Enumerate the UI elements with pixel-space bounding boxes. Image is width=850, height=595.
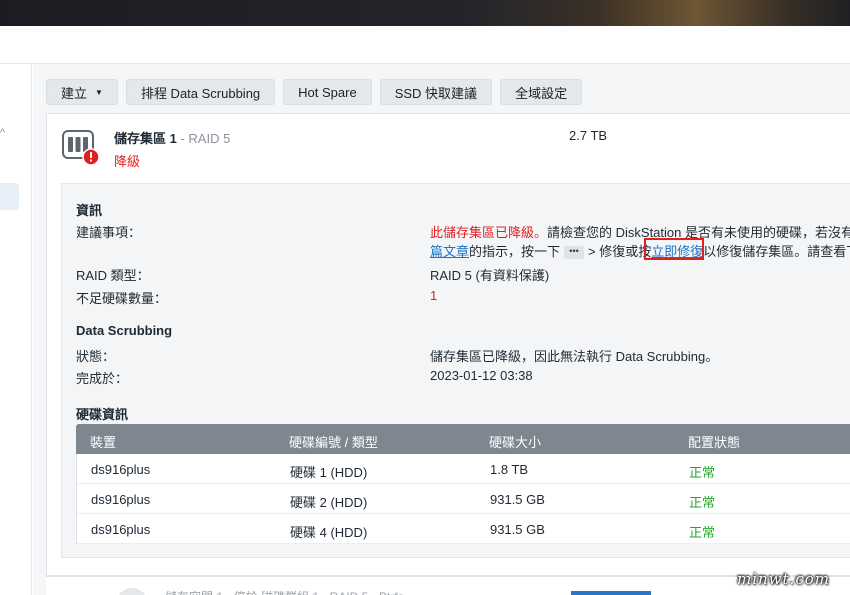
toolbar: 建立 ▼ 排程 Data Scrubbing Hot Spare SSD 快取建…	[46, 79, 583, 105]
suggestion-text-2c: 以修復儲存集區。請查看下方	[703, 244, 850, 259]
suggestion-line-1: 此儲存集區已降級。請檢查您的 DiskStation 是否有未使用的硬碟，若沒有…	[430, 222, 850, 241]
usage-bar	[571, 591, 651, 595]
cell-disk-id: 硬碟 1 (HDD)	[290, 465, 368, 480]
disk-table-header: 裝置 硬碟編號 / 類型 硬碟大小 配置狀態	[76, 424, 850, 454]
pool-title[interactable]: 儲存集區 1 - RAID 5	[114, 128, 230, 147]
disk-info-section-title: 硬碟資訊	[76, 407, 129, 422]
header-disk-id[interactable]: 硬碟編號 / 類型	[289, 432, 378, 451]
pool-raid-level: - RAID 5	[176, 131, 231, 146]
cell-disk-id: 硬碟 2 (HDD)	[290, 495, 368, 510]
cell-status: 正常	[689, 465, 716, 480]
header-disk-size[interactable]: 硬碟大小	[489, 432, 541, 451]
cell-disk-size: 931.5 GB	[490, 492, 545, 507]
cell-disk-size: 931.5 GB	[490, 522, 545, 537]
scrubbing-section-title: Data Scrubbing	[76, 323, 173, 338]
scrubbing-status-label: 狀態：	[76, 349, 116, 364]
caret-down-icon: ▼	[95, 87, 103, 97]
cell-status: 正常	[689, 525, 716, 540]
degraded-warning-text: 此儲存集區已降級。	[430, 225, 548, 240]
article-link[interactable]: 篇文章	[430, 244, 469, 259]
cell-device: ds916plus	[91, 492, 151, 507]
header-allocation-status[interactable]: 配置狀態	[688, 432, 740, 451]
table-row[interactable]: ds916plus 硬碟 4 (HDD) 931.5 GB 正常	[77, 514, 850, 544]
cell-status: 正常	[689, 495, 716, 510]
pool-size: 2.7 TB	[569, 128, 608, 143]
raid-type-label: RAID 類型：	[76, 268, 150, 283]
annotation-highlight-box	[644, 238, 704, 260]
missing-disks-value: 1	[430, 288, 438, 303]
left-sidebar	[0, 64, 32, 595]
more-options-icon[interactable]: •••	[564, 246, 585, 260]
table-row[interactable]: ds916plus 硬碟 1 (HDD) 1.8 TB 正常	[77, 454, 850, 484]
table-row[interactable]: ds916plus 硬碟 2 (HDD) 931.5 GB 正常	[77, 484, 850, 514]
disk-table-body: ds916plus 硬碟 1 (HDD) 1.8 TB 正常 ds916plus…	[76, 454, 850, 544]
suggestion-text-2b: > 修復或按	[588, 244, 652, 259]
cell-device: ds916plus	[91, 522, 151, 537]
pool-name: 儲存集區 1	[114, 131, 177, 146]
sidebar-item-selected[interactable]	[0, 183, 19, 210]
header-device[interactable]: 裝置	[90, 432, 116, 451]
cell-disk-id: 硬碟 4 (HDD)	[290, 525, 368, 540]
missing-disks-label: 不足硬碟數量：	[76, 291, 168, 306]
info-section-title: 資訊	[76, 203, 103, 218]
cell-disk-size: 1.8 TB	[490, 462, 529, 477]
raid-type-value: RAID 5 (有資料保護)	[430, 268, 550, 283]
disk-table: 裝置 硬碟編號 / 類型 硬碟大小 配置狀態 ds916plus 硬碟 1 (H…	[76, 424, 850, 544]
create-button[interactable]: 建立 ▼	[46, 79, 118, 105]
app-header	[0, 26, 850, 64]
next-pool-title: 儲存空間 1 - 停於 磁碟群組 1 - RAID 5 · Btrfs	[165, 588, 404, 595]
global-settings-button[interactable]: 全域設定	[500, 79, 583, 105]
watermark-text: minwt.com	[737, 570, 830, 588]
ssd-cache-advice-button[interactable]: SSD 快取建議	[379, 79, 493, 105]
cell-device: ds916plus	[91, 462, 151, 477]
hot-spare-button[interactable]: Hot Spare	[283, 79, 372, 105]
suggestion-label: 建議事項：	[76, 225, 142, 240]
storage-pool-warning-icon	[62, 130, 100, 166]
suggestion-text-2a: 的指示，按一下	[469, 244, 561, 259]
suggestion-line-2: 篇文章的指示，按一下•••> 修復或按立即修復以修復儲存集區。請查看下方	[430, 241, 850, 260]
scrubbing-completed-label: 完成於：	[76, 371, 129, 386]
top-banner-image	[0, 0, 850, 26]
create-button-label: 建立	[61, 85, 88, 101]
chevron-up-icon[interactable]: ^	[0, 128, 10, 139]
scrubbing-status-value: 儲存集區已降級，因此無法執行 Data Scrubbing。	[430, 349, 719, 364]
schedule-scrubbing-button[interactable]: 排程 Data Scrubbing	[125, 79, 276, 105]
pool-status-badge: 降級	[114, 154, 141, 169]
scrubbing-completed-value: 2023-01-12 03:38	[430, 368, 533, 383]
